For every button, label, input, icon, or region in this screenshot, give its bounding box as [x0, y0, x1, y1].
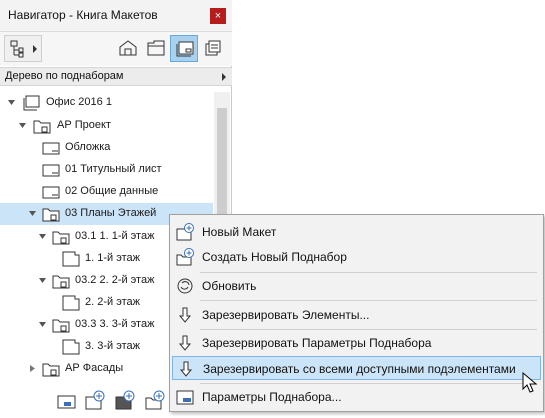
new-subset-button[interactable]: [144, 390, 166, 412]
project-map-icon: [119, 40, 137, 56]
menu-item-label: Новый Макет: [202, 225, 277, 239]
tree-row-layout[interactable]: 01 Титульный лист: [0, 159, 213, 181]
layout-icon: [62, 251, 80, 267]
tree-row-label: 3. 3-й этаж: [85, 340, 140, 352]
collapse-arrow-icon[interactable]: [28, 209, 37, 218]
tree-row-label: 03.2 2. 2-й этаж: [75, 274, 155, 286]
menu-item-label: Создать Новый Поднабор: [202, 250, 347, 264]
menu-item-label: Зарезервировать со всеми доступными подэ…: [203, 362, 516, 376]
menu-item-refresh[interactable]: Обновить: [172, 274, 541, 298]
layout-icon: [42, 186, 60, 199]
tree-options-icon: [10, 40, 24, 58]
project-map-button[interactable]: [114, 35, 142, 62]
menu-item-reserve-subset-settings[interactable]: Зарезервировать Параметры Поднабора: [172, 331, 541, 355]
layout-icon: [42, 164, 60, 177]
menu-separator: [200, 329, 537, 330]
menu-separator: [200, 300, 537, 301]
window-title: Навигатор - Книга Макетов: [8, 8, 158, 22]
arrow-down-icon: [179, 361, 193, 377]
subset-folder-icon: [42, 363, 60, 377]
new-master-icon: [115, 390, 135, 410]
collapse-arrow-icon[interactable]: [38, 320, 47, 329]
publisher-sets-button[interactable]: [200, 35, 228, 62]
layout-icon: [42, 142, 60, 155]
menu-separator: [200, 383, 537, 384]
tree-row-label: 02 Общие данные: [65, 185, 159, 197]
dropdown-arrow-icon: [33, 45, 37, 53]
new-layout-icon: [176, 223, 194, 241]
subset-folder-icon: [42, 208, 60, 222]
layout-book-icon: [176, 41, 194, 57]
tree-row-root[interactable]: Офис 2016 1: [0, 92, 213, 114]
layout-book-button[interactable]: [170, 35, 198, 62]
view-map-icon: [147, 40, 165, 56]
tree-row-layout[interactable]: 02 Общие данные: [0, 181, 213, 203]
navigator-options-button[interactable]: [4, 35, 42, 62]
new-layout-icon: [85, 390, 105, 410]
menu-item-subset-settings[interactable]: Параметры Поднабора...: [172, 385, 541, 409]
arrow-down-icon: [178, 307, 192, 323]
tree-row-label: 1. 1-й этаж: [85, 252, 140, 264]
new-subset-icon: [145, 390, 165, 410]
tree-row-label: АР Фасады: [65, 362, 124, 374]
subset-folder-icon: [52, 275, 70, 289]
tree-row-label: 03.3 3. 3-й этаж: [75, 318, 155, 330]
menu-separator: [200, 272, 537, 273]
collapse-arrow-icon[interactable]: [7, 98, 16, 107]
tree-row-label: 03 Планы Этажей: [65, 207, 157, 219]
tree-row-label: Обложка: [65, 141, 111, 153]
layout-settings-icon: [57, 395, 76, 409]
menu-item-label: Зарезервировать Элементы...: [202, 308, 370, 322]
menu-item-label: Обновить: [202, 279, 257, 293]
menu-item-new-layout[interactable]: Новый Макет: [172, 220, 541, 244]
new-layout-button[interactable]: [84, 390, 106, 412]
menu-item-new-subset[interactable]: Создать Новый Поднабор: [172, 245, 541, 269]
refresh-icon: [177, 278, 193, 294]
navigator-toolbar: [0, 32, 232, 66]
title-bar: Навигатор - Книга Макетов ×: [0, 0, 232, 32]
expand-arrow-icon[interactable]: [28, 364, 37, 373]
menu-item-reserve-with-subelements[interactable]: Зарезервировать со всеми доступными подэ…: [172, 356, 541, 380]
publisher-sets-icon: [205, 40, 221, 56]
new-subset-icon: [176, 248, 194, 266]
layout-book-icon: [23, 95, 40, 111]
subset-folder-icon: [52, 319, 70, 333]
tree-row-subset[interactable]: АР Проект: [0, 115, 213, 137]
tree-row-label: Офис 2016 1: [46, 96, 112, 108]
tree-row-layout[interactable]: Обложка: [0, 137, 213, 159]
layout-icon: [62, 339, 80, 355]
collapse-arrow-icon[interactable]: [38, 276, 47, 285]
tree-row-label: 01 Титульный лист: [65, 163, 162, 175]
subset-folder-icon: [52, 231, 70, 245]
collapse-arrow-icon[interactable]: [38, 232, 47, 241]
set-selector[interactable]: Дерево по поднаборам: [0, 67, 232, 86]
arrow-down-icon: [178, 335, 192, 351]
mouse-cursor-icon: [522, 372, 538, 393]
menu-item-label: Зарезервировать Параметры Поднабора: [202, 336, 432, 350]
view-map-button[interactable]: [142, 35, 170, 62]
layout-settings-button[interactable]: [56, 390, 78, 412]
tree-row-label: 03.1 1. 1-й этаж: [75, 230, 155, 242]
layout-icon: [62, 295, 80, 311]
close-button[interactable]: ×: [210, 8, 226, 24]
subset-folder-icon: [33, 120, 51, 134]
chevron-right-icon: [222, 73, 226, 81]
set-selector-label: Дерево по поднаборам: [5, 70, 124, 82]
subset-settings-icon: [176, 390, 194, 405]
collapse-arrow-icon[interactable]: [18, 121, 27, 130]
context-menu: Новый Макет Создать Новый Поднабор Обнов…: [169, 214, 544, 412]
menu-item-reserve-elements[interactable]: Зарезервировать Элементы...: [172, 303, 541, 327]
menu-item-label: Параметры Поднабора...: [202, 390, 342, 404]
tree-row-label: АР Проект: [57, 119, 111, 131]
tree-row-label: 2. 2-й этаж: [85, 296, 140, 308]
new-master-layout-button[interactable]: [114, 390, 136, 412]
